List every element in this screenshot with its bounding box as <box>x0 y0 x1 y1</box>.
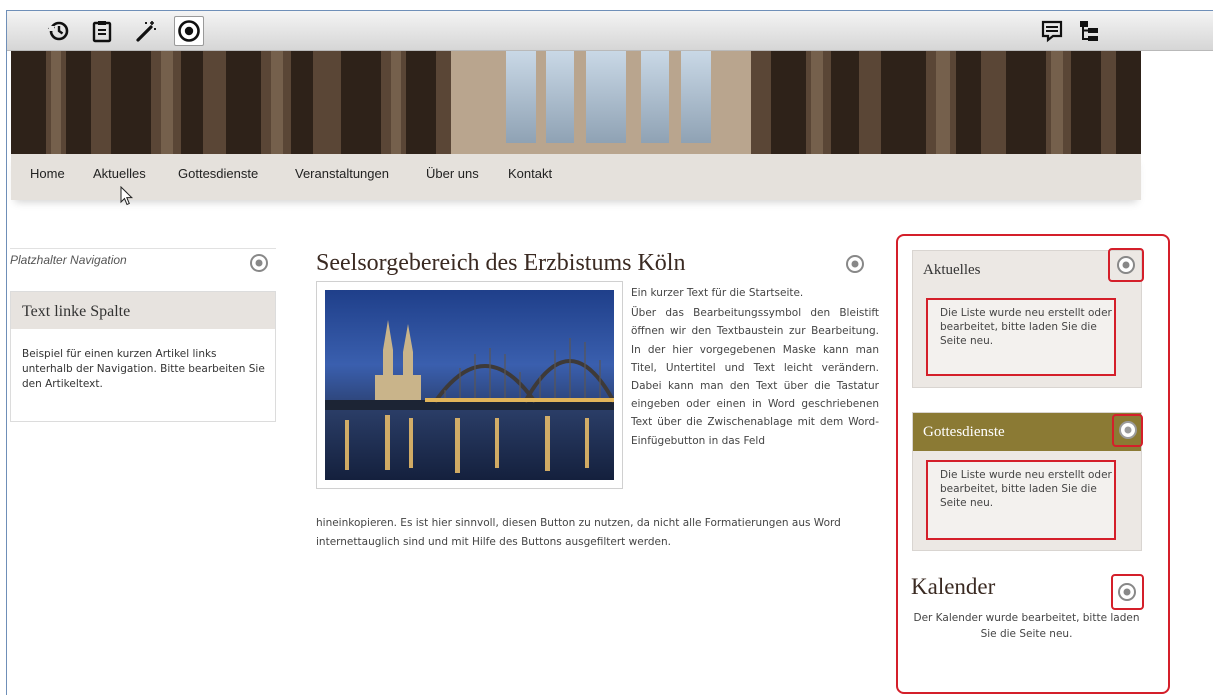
aktuelles-box-title: Aktuelles <box>923 262 981 278</box>
mouse-cursor-icon <box>120 185 134 210</box>
main-navigation: Home Aktuelles Gottesdienste Veranstaltu… <box>11 154 1141 200</box>
article-body: Über das Bearbeitungssymbol den Bleistif… <box>631 307 879 447</box>
article-settings-icon[interactable] <box>844 253 866 275</box>
clipboard-icon[interactable] <box>87 16 117 46</box>
article-body-continued: hineinkopieren. Es ist hier sinnvoll, di… <box>316 517 841 548</box>
article-intro: Ein kurzer Text für die Startseite. <box>631 287 804 299</box>
kalender-title: Kalender <box>911 574 996 599</box>
kalender-reload-message: Der Kalender wurde bearbeitet, bitte lad… <box>913 612 1140 640</box>
comment-list-icon[interactable] <box>1037 16 1067 46</box>
gottesdienste-settings-icon[interactable] <box>1117 419 1139 441</box>
cologne-cathedral-photo <box>316 281 623 489</box>
gottesdienste-box: Gottesdienste Die Liste wurde neu erstel… <box>912 412 1142 551</box>
nav-item-ueber-uns[interactable]: Über uns <box>426 166 479 181</box>
window-frame-left <box>6 10 7 695</box>
navigation-placeholder-label: Platzhalter Navigation <box>10 253 127 267</box>
gottesdienste-reload-message: Die Liste wurde neu erstellt oder bearbe… <box>926 460 1116 540</box>
header-banner-image <box>11 51 1141 155</box>
nav-item-veranstaltungen[interactable]: Veranstaltungen <box>295 166 389 181</box>
article-text: Ein kurzer Text für die Startseite. Über… <box>631 284 879 450</box>
edit-toolbar <box>7 11 1213 51</box>
navigation-placeholder: Platzhalter Navigation <box>10 248 276 284</box>
nav-item-gottesdienste[interactable]: Gottesdienste <box>178 166 258 181</box>
history-icon[interactable] <box>43 16 73 46</box>
gottesdienste-box-title: Gottesdienste <box>913 413 1141 451</box>
aktuelles-settings-icon[interactable] <box>1115 254 1137 276</box>
nav-item-kontakt[interactable]: Kontakt <box>508 166 552 181</box>
kalender-settings-icon[interactable] <box>1116 581 1138 603</box>
sitemap-icon[interactable] <box>1074 16 1104 46</box>
magic-wand-icon[interactable] <box>131 16 161 46</box>
module-settings-icon[interactable] <box>248 252 270 274</box>
left-column-article: Text linke Spalte Beispiel für einen kur… <box>10 291 276 422</box>
target-icon[interactable] <box>174 16 204 46</box>
aktuelles-reload-message: Die Liste wurde neu erstellt oder bearbe… <box>926 298 1116 376</box>
page-title: Seelsorgebereich des Erzbistums Köln <box>316 250 686 276</box>
left-article-text: Beispiel für einen kurzen Artikel links … <box>22 348 265 390</box>
nav-item-home[interactable]: Home <box>30 166 65 181</box>
left-article-title: Text linke Spalte <box>11 292 275 329</box>
nav-item-aktuelles[interactable]: Aktuelles <box>93 166 146 181</box>
